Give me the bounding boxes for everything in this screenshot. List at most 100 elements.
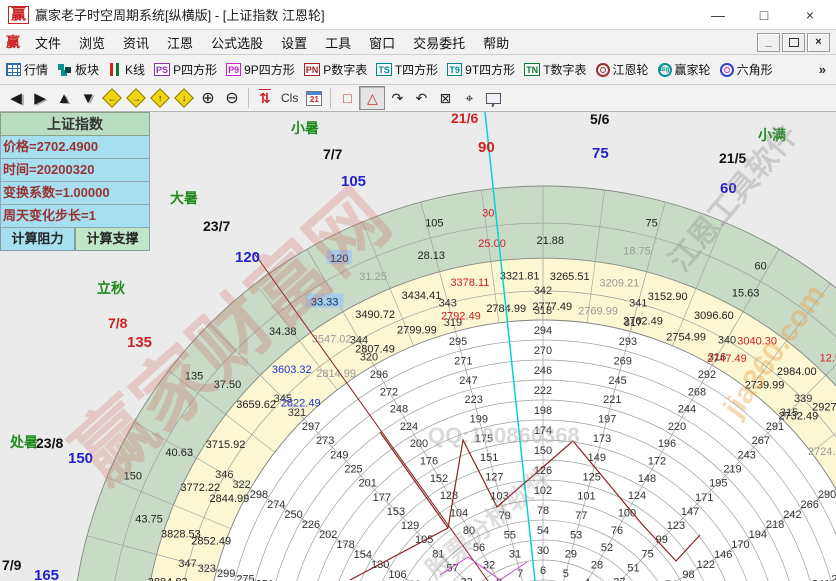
svg-text:342: 342 <box>534 285 552 297</box>
presentation-button[interactable] <box>481 87 505 109</box>
triangle-tool-button[interactable]: △ <box>359 86 385 110</box>
cls-button[interactable]: Cls <box>277 87 302 109</box>
toolbar-p-table-button[interactable]: PNP数字表 <box>304 61 368 78</box>
toolbar-hexagon-button[interactable]: 六角形 <box>720 61 773 78</box>
pan-left-button[interactable]: ← <box>100 87 124 109</box>
svg-text:3828.53: 3828.53 <box>161 528 201 540</box>
svg-text:2814.99: 2814.99 <box>316 368 356 380</box>
next-button[interactable]: ▶ <box>28 87 52 109</box>
svg-text:2807.49: 2807.49 <box>355 344 395 356</box>
menu-帮助[interactable]: 帮助 <box>474 33 518 52</box>
calc-resistance-button[interactable]: 计算阻力 <box>0 228 75 251</box>
menu-窗口[interactable]: 窗口 <box>360 33 404 52</box>
svg-text:31.25: 31.25 <box>359 271 387 283</box>
toolbar-sectors-button[interactable]: 板块 <box>57 61 99 78</box>
center-target-button[interactable]: ⌖ <box>457 87 481 109</box>
pan-down-button[interactable]: ↓ <box>172 87 196 109</box>
rect-tool-button[interactable]: □ <box>335 87 359 109</box>
svg-text:3040.30: 3040.30 <box>737 335 777 347</box>
up-button[interactable]: ▲ <box>52 87 76 109</box>
svg-text:273: 273 <box>316 435 334 447</box>
calendar-button[interactable]: 21 <box>302 87 326 109</box>
prev-button[interactable]: ◀ <box>4 87 28 109</box>
mdi-restore-button[interactable] <box>782 33 805 52</box>
svg-text:220: 220 <box>668 421 686 433</box>
svg-text:18.75: 18.75 <box>623 246 651 258</box>
zoom-out-button[interactable]: ⊖ <box>220 87 244 109</box>
toolbar-t-square-button[interactable]: TST四方形 <box>376 61 438 78</box>
toolbar-kline-icon <box>108 63 122 76</box>
svg-text:274: 274 <box>267 499 285 511</box>
pan-up-button[interactable]: ↑ <box>148 87 172 109</box>
toolbar-gann-wheel-button[interactable]: 江恩轮 <box>596 61 649 78</box>
menu-资讯[interactable]: 资讯 <box>114 33 158 52</box>
svg-text:339: 339 <box>794 393 812 405</box>
clear-box-button[interactable]: ⊠ <box>433 87 457 109</box>
mdi-minimize-button[interactable]: _ <box>757 33 780 52</box>
svg-text:218: 218 <box>766 519 784 531</box>
toolbar-kline-button[interactable]: K线 <box>108 61 145 78</box>
toolbar-sectors-label: 板块 <box>75 61 99 78</box>
parameter-rows: 价格=2702.4900时间=20200320变换系数=1.00000周天变化步… <box>0 136 150 228</box>
toolbar-winner-wheel-button[interactable]: Big赢家轮 <box>658 61 711 78</box>
mdi-close-button[interactable]: × <box>807 33 830 52</box>
svg-text:202: 202 <box>319 529 337 541</box>
maximize-button[interactable]: □ <box>754 7 774 23</box>
svg-text:3772.22: 3772.22 <box>180 482 220 494</box>
window-controls: — □ × <box>708 7 820 23</box>
instrument-name: 上证指数 <box>0 112 150 136</box>
menu-江恩[interactable]: 江恩 <box>158 33 202 52</box>
svg-text:135: 135 <box>185 370 203 382</box>
svg-text:28: 28 <box>591 559 603 571</box>
zoom-in-button[interactable]: ⊕ <box>196 87 220 109</box>
toolbar-overflow-button[interactable]: » <box>819 62 826 77</box>
minimize-button[interactable]: — <box>708 7 728 23</box>
toolbar-gann-wheel-label: 江恩轮 <box>613 61 649 78</box>
toolbar-quotes-button[interactable]: 行情 <box>6 61 48 78</box>
menu-工具[interactable]: 工具 <box>316 33 360 52</box>
menu-文件[interactable]: 文件 <box>26 33 70 52</box>
rotate-ccw-button[interactable]: ↶ <box>409 87 433 109</box>
svg-text:7: 7 <box>517 568 523 580</box>
svg-text:323: 323 <box>198 563 216 575</box>
svg-text:223: 223 <box>464 394 482 406</box>
svg-text:171: 171 <box>695 492 713 504</box>
degree-label: 75 <box>592 145 609 162</box>
svg-text:269: 269 <box>614 355 632 367</box>
toolbar-9p-square-button[interactable]: P99P四方形 <box>226 61 295 78</box>
menu-交易委托[interactable]: 交易委托 <box>404 33 474 52</box>
svg-text:75: 75 <box>645 217 657 229</box>
svg-text:2799.99: 2799.99 <box>397 324 437 336</box>
gann-wheel-chart[interactable]: 4567827282930313233515253545556577475767… <box>0 112 836 581</box>
svg-text:34.38: 34.38 <box>269 326 297 338</box>
menu-浏览[interactable]: 浏览 <box>70 33 114 52</box>
menu-公式选股[interactable]: 公式选股 <box>202 33 272 52</box>
pan-right-button[interactable]: → <box>124 87 148 109</box>
rotate-cw-button[interactable]: ↷ <box>385 87 409 109</box>
svg-text:81: 81 <box>432 548 444 560</box>
close-button[interactable]: × <box>800 7 820 23</box>
svg-text:3096.60: 3096.60 <box>694 310 734 322</box>
svg-text:292: 292 <box>698 369 716 381</box>
menu-设置[interactable]: 设置 <box>272 33 316 52</box>
calc-support-button[interactable]: 计算支撑 <box>75 228 150 251</box>
app-logo-icon: 赢 <box>8 6 29 24</box>
solar-term-label: 小满 <box>758 127 786 143</box>
svg-text:226: 226 <box>302 519 320 531</box>
down-button[interactable]: ▼ <box>76 87 100 109</box>
toolbar-9t-square-button[interactable]: T99T四方形 <box>447 61 515 78</box>
solar-term-label: 立秋 <box>97 280 126 296</box>
parameter-row: 价格=2702.4900 <box>0 136 150 159</box>
svg-text:195: 195 <box>709 478 727 490</box>
svg-text:27: 27 <box>613 577 625 581</box>
svg-text:28.13: 28.13 <box>418 250 446 262</box>
toolbar-t-table-button[interactable]: TNT数字表 <box>524 61 586 78</box>
toolbar-p-square-button[interactable]: PSP四方形 <box>154 61 217 78</box>
svg-text:2984.00: 2984.00 <box>777 366 817 378</box>
svg-text:2777.49: 2777.49 <box>532 301 572 313</box>
svg-text:275: 275 <box>236 573 254 581</box>
price-time-button[interactable]: ⇅ <box>253 87 277 109</box>
svg-text:37.50: 37.50 <box>214 379 242 391</box>
parameter-row: 时间=20200320 <box>0 159 150 182</box>
solar-term-label: 小暑 <box>291 120 319 136</box>
